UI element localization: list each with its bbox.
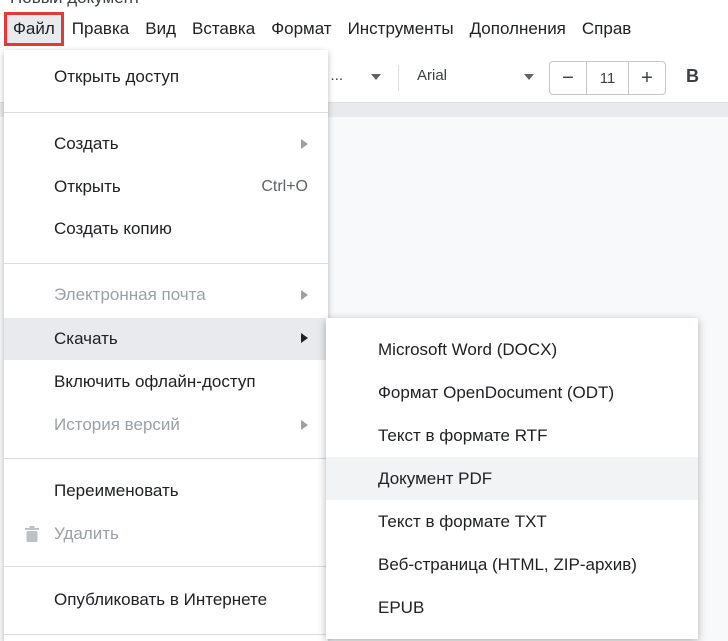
download-txt[interactable]: Текст в формате TXT [326,500,698,543]
menu-item-version-history[interactable]: История версий [4,405,328,445]
download-rtf[interactable]: Текст в формате RTF [326,414,698,457]
chevron-down-icon[interactable] [524,74,534,80]
menu-divider [4,112,328,113]
menu-item-label: Удалить [54,524,119,543]
submenu-item-label: EPUB [378,598,425,617]
menu-divider [4,634,328,635]
menu-item-label: Создать [54,134,119,153]
download-docx[interactable]: Microsoft Word (DOCX) [326,328,698,371]
shortcut-label: Ctrl+O [261,178,308,195]
menu-item-label: Открыть [54,177,121,196]
menu-item-rename[interactable]: Переименовать [4,471,328,511]
menu-item-open[interactable]: Открыть Ctrl+O [4,167,328,207]
menu-item-offline[interactable]: Включить офлайн-доступ [4,362,328,402]
menu-help[interactable]: Справ [574,12,639,46]
toolbar-divider [398,65,399,91]
menu-item-share[interactable]: Открыть доступ [4,57,328,97]
increase-font-size-button[interactable]: + [629,62,665,94]
menu-item-download[interactable]: Скачать [4,318,328,360]
submenu-arrow-icon [301,139,308,149]
document-title[interactable]: Новый документ [10,0,141,8]
submenu-item-label: Веб-страница (HTML, ZIP-архив) [378,555,637,574]
menu-item-email[interactable]: Электронная почта [4,275,328,315]
menu-item-label: История версий [54,415,180,434]
chevron-down-icon[interactable] [371,74,381,80]
menu-item-publish[interactable]: Опубликовать в Интернете [4,580,328,620]
font-size-control: − 11 + [549,61,666,95]
submenu-arrow-icon [301,290,308,300]
bold-button[interactable]: B [686,66,699,87]
menu-item-label: Скачать [54,329,118,348]
submenu-item-label: Документ PDF [378,469,493,488]
download-submenu: Microsoft Word (DOCX) Формат OpenDocumen… [326,318,698,639]
menu-item-create[interactable]: Создать [4,124,328,164]
menu-divider [4,263,328,264]
menu-bar: Файл Правка Вид Вставка Формат Инструмен… [0,10,728,48]
menu-format[interactable]: Формат [263,12,339,46]
submenu-arrow-icon [301,420,308,430]
menu-tools[interactable]: Инструменты [340,12,462,46]
submenu-arrow-icon [301,333,308,343]
menu-divider [4,566,328,567]
menu-divider [4,458,328,459]
font-size-input[interactable]: 11 [586,62,629,94]
menu-item-label: Включить офлайн-доступ [54,372,256,391]
menu-item-label: Опубликовать в Интернете [54,590,268,609]
font-select[interactable]: Arial [417,67,447,84]
menu-file[interactable]: Файл [4,12,64,46]
decrease-font-size-button[interactable]: − [550,62,586,94]
menu-item-label: Создать копию [54,219,172,238]
submenu-item-label: Формат OpenDocument (ODT) [378,383,615,402]
menu-view[interactable]: Вид [137,12,184,46]
menu-item-make-copy[interactable]: Создать копию [4,209,328,249]
menu-item-label: Электронная почта [54,285,206,304]
menu-edit[interactable]: Правка [64,12,137,46]
menu-addons[interactable]: Дополнения [462,12,574,46]
file-menu: Открыть доступ Создать Открыть Ctrl+O Со… [4,50,328,641]
submenu-item-label: Текст в формате RTF [378,426,548,445]
download-odt[interactable]: Формат OpenDocument (ODT) [326,371,698,414]
document-title-strip: Новый документ [0,0,728,10]
download-epub[interactable]: EPUB [326,586,698,629]
menu-item-label: Переименовать [54,481,179,500]
submenu-item-label: Текст в формате TXT [378,512,547,531]
menu-insert[interactable]: Вставка [184,12,263,46]
download-html[interactable]: Веб-страница (HTML, ZIP-архив) [326,543,698,586]
menu-item-label: Открыть доступ [54,67,180,86]
download-pdf[interactable]: Документ PDF [326,457,698,500]
menu-item-delete[interactable]: Удалить [4,514,328,554]
trash-icon [25,526,39,542]
submenu-item-label: Microsoft Word (DOCX) [378,340,558,359]
